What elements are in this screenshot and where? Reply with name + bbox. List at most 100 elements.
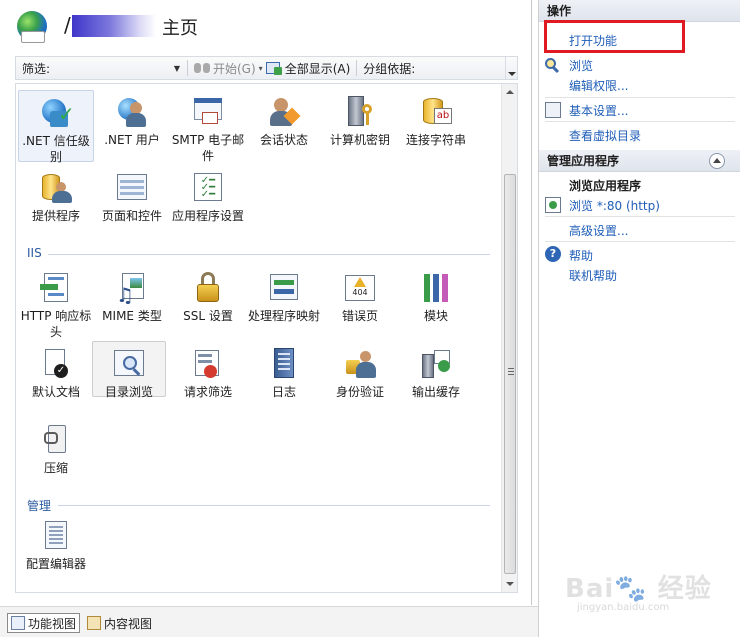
scroll-up-arrow-icon[interactable]	[502, 84, 517, 100]
actions-divider	[545, 97, 735, 98]
edit-permissions-link[interactable]: 编辑权限...	[569, 77, 628, 94]
browse-application-label: 浏览应用程序	[569, 179, 642, 193]
section-label-iis: IIS	[27, 246, 42, 260]
feature-http-response-headers[interactable]: HTTP 响应标头	[18, 266, 94, 339]
feature-modules[interactable]: 模块	[398, 266, 474, 323]
toolbar-overflow-button[interactable]	[505, 57, 517, 79]
feature-logging[interactable]: 日志	[246, 342, 322, 399]
feature-ssl-settings[interactable]: SSL 设置	[170, 266, 246, 323]
advanced-settings-link[interactable]: 高级设置...	[569, 222, 628, 239]
feature-icons-area: ✓ .NET 信任级别 .NET 用户 SMTP 电子邮件 会话状态 计算机密钥…	[15, 83, 518, 593]
default-document-icon: ✓	[40, 348, 72, 380]
mime-types-icon: ♫	[116, 272, 148, 305]
highlight-annotation-box	[544, 20, 685, 53]
browse-icon	[545, 56, 561, 74]
directory-browsing-icon	[113, 348, 145, 380]
feature-connection-strings[interactable]: ab 连接字符串	[398, 90, 474, 162]
feature-directory-browsing[interactable]: 目录浏览	[92, 341, 166, 399]
session-state-icon	[268, 96, 301, 128]
collapse-chevron-up-icon[interactable]	[709, 153, 725, 169]
view-virtual-directories-link[interactable]: 查看虚拟目录	[569, 127, 641, 144]
scrollbar-thumb[interactable]	[504, 174, 516, 574]
browse-link[interactable]: 浏览	[569, 57, 593, 74]
iis-globe-icon	[17, 11, 47, 43]
authentication-icon	[344, 348, 376, 380]
filter-input[interactable]	[52, 59, 170, 77]
feature-dotnet-trust-levels[interactable]: ✓ .NET 信任级别	[18, 90, 94, 164]
manage-application-label: 管理应用程序	[547, 154, 620, 168]
show-all-button[interactable]: 全部显示(A)	[263, 58, 354, 78]
watermark-url: jingyan.baidu.com	[577, 602, 670, 613]
tab-content-view[interactable]: 内容视图	[84, 613, 155, 633]
feature-label: 处理程序映射	[247, 309, 320, 323]
feature-output-caching[interactable]: 输出缓存	[398, 342, 474, 399]
feature-error-pages[interactable]: 404 错误页	[322, 266, 398, 323]
browse-site-icon	[545, 197, 561, 213]
feature-label: 错误页	[341, 309, 378, 323]
section-label-management: 管理	[27, 499, 52, 513]
toolbar-separator	[356, 60, 358, 76]
feature-smtp-email[interactable]: SMTP 电子邮件	[170, 90, 246, 163]
actions-divider	[545, 241, 735, 242]
actions-divider	[545, 121, 735, 122]
compression-icon	[40, 424, 72, 456]
section-divider	[58, 505, 490, 506]
pages-controls-icon	[116, 172, 148, 204]
feature-label: 计算机密钥	[329, 133, 390, 147]
feature-app-settings[interactable]: ✓━ ✓━ ✓━ 应用程序设置	[170, 166, 246, 238]
feature-machine-key[interactable]: 计算机密钥	[322, 90, 398, 162]
feature-label: 目录浏览	[104, 385, 153, 399]
filter-label: 筛选:	[22, 61, 51, 76]
scroll-down-arrow-icon[interactable]	[502, 576, 517, 592]
feature-label: .NET 信任级别	[22, 134, 90, 164]
feature-label: 配置编辑器	[25, 557, 86, 571]
page-title: 主页	[162, 18, 198, 39]
feature-pages-controls[interactable]: 页面和控件	[94, 166, 170, 223]
filter-toolbar: 筛选: ▼ 开始(G) ▾ 全部显示(A) 分组依据:	[15, 56, 518, 80]
feature-label: 身份验证	[335, 385, 384, 399]
feature-label: MIME 类型	[102, 309, 162, 323]
redacted-site-name	[72, 15, 156, 37]
feature-authentication[interactable]: 身份验证	[322, 342, 398, 399]
feature-label: .NET 用户	[104, 133, 160, 147]
app-settings-icon: ✓━ ✓━ ✓━	[192, 172, 224, 204]
actions-header: 操作	[539, 0, 740, 22]
group-by-dropdown[interactable]: 分组依据:	[363, 60, 415, 77]
feature-default-document[interactable]: ✓ 默认文档	[18, 342, 94, 399]
feature-session-state[interactable]: 会话状态	[246, 90, 322, 162]
feature-handler-mappings[interactable]: 处理程序映射	[246, 266, 322, 338]
browse-http-link[interactable]: 浏览 *:80 (http)	[569, 197, 660, 214]
modules-icon	[420, 272, 452, 304]
start-filter-button[interactable]: 开始(G)	[191, 58, 259, 78]
feature-dotnet-users[interactable]: .NET 用户	[94, 90, 170, 162]
dotnet-users-icon	[116, 96, 148, 128]
error-pages-icon: 404	[344, 272, 376, 304]
feature-label: 压缩	[43, 461, 68, 475]
start-filter-label: 开始(G)	[213, 61, 256, 76]
feature-label: 默认文档	[31, 385, 80, 399]
tab-label: 功能视图	[28, 616, 77, 631]
feature-label: 输出缓存	[411, 385, 460, 399]
vertical-scrollbar[interactable]	[501, 84, 517, 592]
handler-mappings-icon	[268, 272, 300, 304]
feature-mime-types[interactable]: ♫ MIME 类型	[94, 266, 170, 323]
feature-compression[interactable]: 压缩	[18, 418, 94, 475]
show-all-label: 全部显示(A)	[284, 61, 351, 76]
content-view-icon	[87, 616, 101, 630]
tab-features-view[interactable]: 功能视图	[7, 613, 81, 633]
machine-key-icon	[344, 96, 376, 128]
toolbar-separator	[187, 60, 188, 76]
show-all-icon	[265, 61, 282, 75]
output-caching-icon	[420, 348, 452, 380]
filter-dropdown-arrow-icon[interactable]: ▼	[170, 64, 184, 73]
help-link[interactable]: 帮助	[569, 247, 593, 264]
basic-settings-link[interactable]: 基本设置...	[569, 102, 628, 119]
actions-header-label: 操作	[547, 4, 572, 18]
page-header: / 主页	[0, 0, 532, 54]
feature-request-filtering[interactable]: 请求筛选	[170, 342, 246, 399]
feature-configuration-editor[interactable]: 配置编辑器	[18, 514, 94, 571]
online-help-link[interactable]: 联机帮助	[569, 267, 617, 284]
feature-label: 页面和控件	[101, 209, 162, 223]
watermark-logo: Bai🐾 经验	[565, 574, 712, 604]
feature-providers[interactable]: 提供程序	[18, 166, 94, 223]
